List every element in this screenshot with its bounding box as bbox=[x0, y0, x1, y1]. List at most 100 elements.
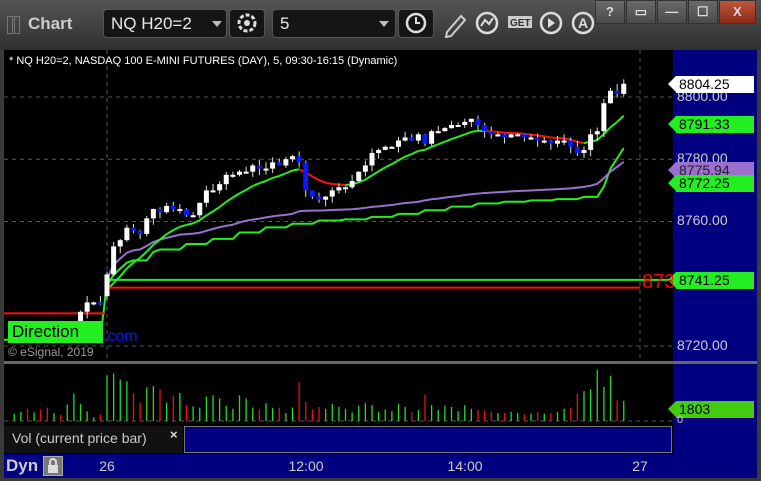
fast-average-segment bbox=[272, 174, 280, 179]
fast-average-segment bbox=[563, 137, 571, 141]
candle bbox=[541, 140, 547, 143]
candle bbox=[402, 137, 408, 141]
red-level-label: 8738.75 bbox=[642, 271, 673, 293]
candle bbox=[495, 134, 501, 137]
candle bbox=[482, 125, 488, 132]
volume-tag: 1803 bbox=[668, 401, 754, 418]
copyright-text: © eSignal, 2019 bbox=[8, 345, 94, 359]
fast-average-segment bbox=[517, 132, 525, 135]
candle bbox=[442, 128, 448, 132]
fast-average-segment bbox=[278, 172, 287, 177]
candle bbox=[429, 131, 435, 144]
candle bbox=[150, 209, 156, 219]
candle bbox=[468, 118, 474, 122]
candle bbox=[210, 190, 216, 193]
fast-average-segment bbox=[186, 222, 194, 226]
lock-icon[interactable] bbox=[43, 456, 63, 476]
candle bbox=[131, 227, 136, 231]
candle bbox=[256, 165, 262, 169]
candle bbox=[555, 140, 560, 144]
volume-study-label: Vol (current price bar) bbox=[4, 426, 183, 453]
fast-average-segment bbox=[325, 181, 333, 185]
price-tick: 8760.00 bbox=[677, 212, 728, 228]
price-chart[interactable] bbox=[0, 0, 761, 481]
candle bbox=[356, 171, 362, 182]
candle bbox=[528, 137, 534, 140]
candle bbox=[535, 137, 541, 141]
fast-average-segment bbox=[444, 138, 452, 143]
fast-average-segment bbox=[609, 121, 618, 129]
candle bbox=[263, 168, 269, 171]
candle bbox=[203, 190, 209, 203]
direction-logo: Direction bbox=[8, 321, 103, 343]
candle bbox=[157, 209, 163, 213]
candle bbox=[290, 156, 295, 160]
candle bbox=[608, 90, 613, 104]
fast-average-segment bbox=[464, 130, 472, 136]
fast-average-segment bbox=[311, 175, 320, 182]
candle bbox=[164, 205, 170, 213]
fast-average-segment bbox=[239, 189, 247, 195]
candle bbox=[581, 149, 587, 154]
candle bbox=[508, 134, 514, 138]
candle bbox=[621, 83, 627, 94]
candle bbox=[309, 190, 315, 197]
fast-average-segment bbox=[411, 150, 419, 155]
logo-dotcom: .com bbox=[103, 328, 138, 345]
candle bbox=[184, 209, 189, 216]
fast-average-segment bbox=[471, 129, 479, 133]
candle bbox=[502, 134, 507, 138]
candle bbox=[369, 153, 375, 166]
prev-candle bbox=[97, 302, 103, 305]
candle bbox=[270, 162, 276, 169]
candle bbox=[111, 246, 117, 275]
candle bbox=[316, 196, 322, 200]
candle bbox=[515, 134, 521, 137]
pane-separator[interactable] bbox=[4, 361, 757, 364]
prev-candle bbox=[84, 302, 90, 312]
candle bbox=[283, 159, 289, 166]
candle bbox=[475, 118, 481, 126]
candle bbox=[362, 165, 368, 172]
candle bbox=[614, 90, 620, 94]
candle bbox=[230, 174, 236, 177]
candle bbox=[303, 162, 309, 191]
fast-ma-tag: 8791.33 bbox=[668, 116, 754, 133]
candle bbox=[349, 181, 355, 188]
fast-average-segment bbox=[199, 214, 207, 221]
fast-average-segment bbox=[437, 140, 446, 146]
candle bbox=[455, 125, 461, 128]
fast-average-segment bbox=[384, 163, 393, 169]
candle bbox=[336, 187, 342, 191]
close-study-button[interactable]: × bbox=[170, 427, 178, 442]
candle bbox=[415, 134, 421, 141]
slow-ma-tag: 8772.25 bbox=[668, 175, 754, 192]
candle bbox=[588, 134, 594, 150]
fast-average-segment bbox=[166, 229, 174, 236]
candle bbox=[170, 205, 176, 210]
dynamic-label[interactable]: Dyn bbox=[6, 456, 38, 476]
fast-average-segment bbox=[172, 225, 181, 232]
candle bbox=[343, 187, 348, 190]
candle bbox=[197, 202, 203, 216]
candle bbox=[389, 146, 395, 149]
candle bbox=[409, 137, 415, 141]
candle bbox=[137, 230, 143, 234]
fast-average-segment bbox=[497, 130, 505, 134]
fast-average-segment bbox=[245, 185, 254, 191]
fast-average-segment bbox=[265, 177, 274, 182]
time-label: 12:00 bbox=[288, 458, 324, 474]
fast-average-segment bbox=[232, 192, 241, 199]
fast-average-segment bbox=[404, 153, 413, 158]
candle bbox=[329, 190, 335, 197]
fast-average-segment bbox=[378, 166, 386, 173]
fast-average-segment bbox=[332, 183, 339, 186]
chart-legend: * NQ H20=2, NASDAQ 100 E-MINI FUTURES (D… bbox=[9, 55, 398, 67]
fast-average-segment bbox=[219, 201, 227, 208]
price-tick: 8720.00 bbox=[677, 337, 728, 353]
candle bbox=[124, 227, 130, 241]
candle bbox=[601, 103, 607, 132]
fast-average-segment bbox=[544, 135, 552, 139]
candle bbox=[296, 156, 302, 163]
fast-average-segment bbox=[292, 168, 300, 172]
